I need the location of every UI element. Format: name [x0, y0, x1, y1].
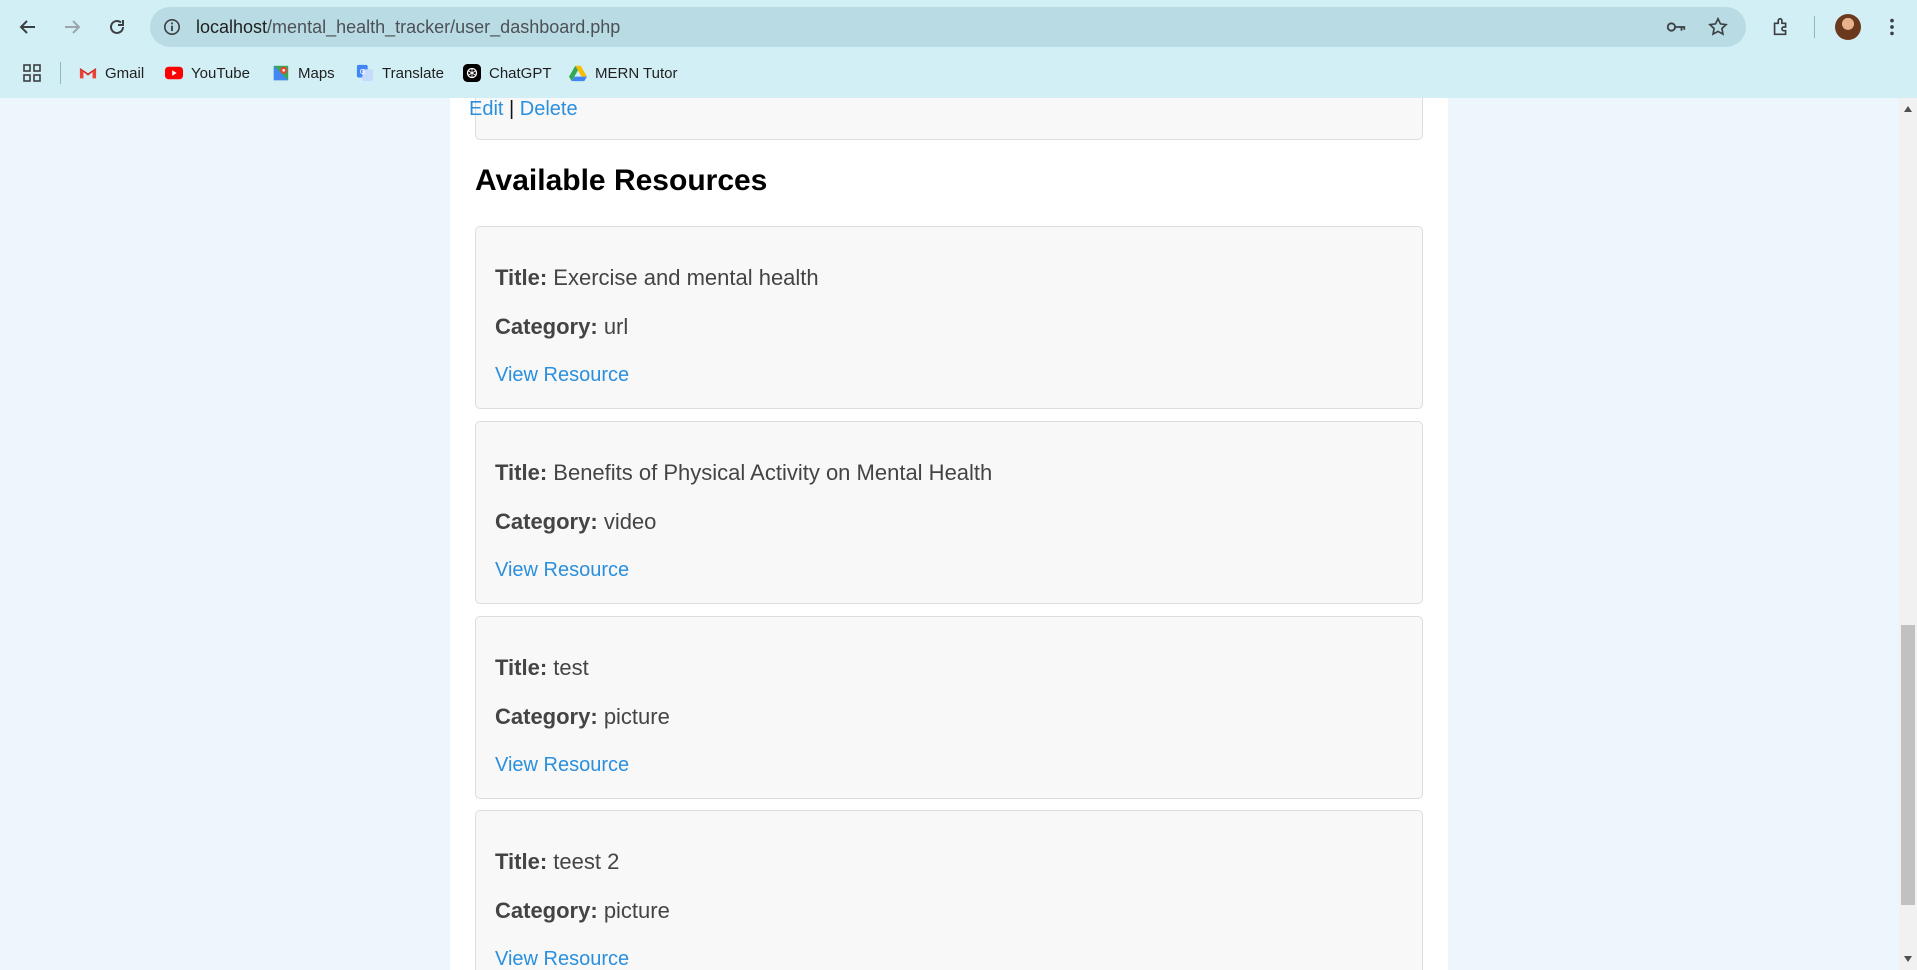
- browser-chrome: localhost/mental_health_tracker/user_das…: [0, 0, 1917, 98]
- drive-icon: [569, 65, 587, 82]
- forward-button[interactable]: [56, 11, 88, 43]
- bookmark-translate[interactable]: G Translate: [356, 61, 444, 85]
- scroll-up-arrow-icon[interactable]: [1904, 106, 1912, 112]
- back-button[interactable]: [12, 11, 44, 43]
- youtube-icon: [165, 66, 183, 80]
- svg-text:G: G: [360, 67, 366, 76]
- translate-icon: G: [356, 64, 374, 82]
- reload-button[interactable]: [101, 11, 133, 43]
- resource-category-value: url: [603, 314, 629, 339]
- profile-avatar[interactable]: [1835, 14, 1861, 40]
- resource-title: Title: Benefits of Physical Activity on …: [495, 460, 992, 486]
- address-bar[interactable]: localhost/mental_health_tracker/user_das…: [150, 7, 1746, 47]
- title-label: Title:: [495, 265, 548, 290]
- bookmark-label: ChatGPT: [489, 64, 552, 82]
- category-label: Category:: [495, 704, 598, 729]
- resource-card: Title: test Category: picture View Resou…: [475, 616, 1423, 799]
- page-viewport: Edit | Delete Available Resources Title:…: [0, 98, 1899, 970]
- puzzle-icon: [1773, 17, 1787, 36]
- bookmark-youtube[interactable]: YouTube: [165, 61, 250, 85]
- bookmarks-bar: Gmail YouTube Maps G Translate ChatGPT M…: [0, 54, 1917, 92]
- bookmark-chatgpt[interactable]: ChatGPT: [463, 61, 552, 85]
- apps-grid-icon: [23, 64, 41, 82]
- title-label: Title:: [495, 655, 548, 680]
- resource-title-value: test: [553, 655, 589, 680]
- menu-button[interactable]: [1876, 11, 1908, 43]
- resources-heading: Available Resources: [475, 164, 768, 197]
- more-vert-icon: [1890, 18, 1894, 36]
- resource-card: Title: Exercise and mental health Catego…: [475, 226, 1423, 409]
- bookmark-gmail[interactable]: Gmail: [79, 61, 144, 85]
- arrow-left-icon: [19, 20, 35, 34]
- reload-icon: [110, 19, 124, 34]
- action-separator: |: [509, 98, 515, 120]
- resource-category: Category: picture: [495, 898, 670, 924]
- bookmark-label: Maps: [298, 64, 335, 82]
- maps-icon: [273, 65, 289, 81]
- scroll-down-arrow-icon[interactable]: [1904, 956, 1912, 962]
- gmail-icon: [79, 68, 97, 79]
- resource-category: Category: video: [495, 509, 656, 535]
- scroll-thumb[interactable]: [1901, 625, 1915, 905]
- bookmarks-divider: [60, 62, 61, 84]
- view-resource-link[interactable]: View Resource: [495, 754, 629, 777]
- extensions-button[interactable]: [1765, 11, 1797, 43]
- resource-card: Title: teest 2 Category: picture View Re…: [475, 810, 1423, 970]
- resource-title-value: Exercise and mental health: [553, 265, 819, 290]
- toolbar-divider: [1814, 16, 1815, 38]
- bookmark-label: Translate: [382, 64, 444, 82]
- delete-link[interactable]: Delete: [520, 98, 578, 120]
- resource-category-value: picture: [603, 704, 670, 729]
- chatgpt-icon: [463, 64, 481, 82]
- browser-toolbar: localhost/mental_health_tracker/user_das…: [0, 0, 1917, 54]
- bookmark-label: YouTube: [191, 64, 250, 82]
- resource-category-value: video: [603, 509, 657, 534]
- resource-title: Title: test: [495, 655, 589, 681]
- bookmark-label: MERN Tutor: [595, 64, 678, 82]
- vertical-scrollbar[interactable]: [1899, 98, 1917, 970]
- url-text[interactable]: localhost/mental_health_tracker/user_das…: [196, 17, 620, 38]
- resource-card: Title: Benefits of Physical Activity on …: [475, 421, 1423, 604]
- entry-actions: Edit | Delete: [469, 98, 578, 121]
- dashboard-container: Edit | Delete Available Resources Title:…: [450, 98, 1448, 970]
- site-info-icon[interactable]: [160, 15, 184, 39]
- view-resource-link[interactable]: View Resource: [495, 948, 629, 970]
- category-label: Category:: [495, 509, 598, 534]
- resource-title-value: teest 2: [553, 849, 620, 874]
- bookmark-star-icon[interactable]: [1706, 15, 1730, 39]
- bookmark-label: Gmail: [105, 64, 145, 82]
- bookmark-mern-tutor[interactable]: MERN Tutor: [569, 61, 678, 85]
- url-host: localhost: [196, 17, 268, 37]
- resource-title: Title: Exercise and mental health: [495, 265, 819, 291]
- arrow-right-icon: [65, 20, 81, 34]
- category-label: Category:: [495, 898, 598, 923]
- apps-button[interactable]: [22, 61, 42, 85]
- category-label: Category:: [495, 314, 598, 339]
- url-path: /mental_health_tracker/user_dashboard.ph…: [267, 17, 621, 37]
- resource-title: Title: teest 2: [495, 849, 619, 875]
- view-resource-link[interactable]: View Resource: [495, 559, 629, 582]
- entry-card: [475, 98, 1423, 140]
- resource-category-value: picture: [603, 898, 670, 923]
- view-resource-link[interactable]: View Resource: [495, 364, 629, 387]
- edit-link[interactable]: Edit: [469, 98, 503, 120]
- password-key-icon[interactable]: [1664, 15, 1688, 39]
- resource-category: Category: picture: [495, 704, 670, 730]
- bookmark-maps[interactable]: Maps: [272, 61, 335, 85]
- title-label: Title:: [495, 849, 548, 874]
- title-label: Title:: [495, 460, 548, 485]
- resource-title-value: Benefits of Physical Activity on Mental …: [553, 460, 993, 485]
- resource-category: Category: url: [495, 314, 628, 340]
